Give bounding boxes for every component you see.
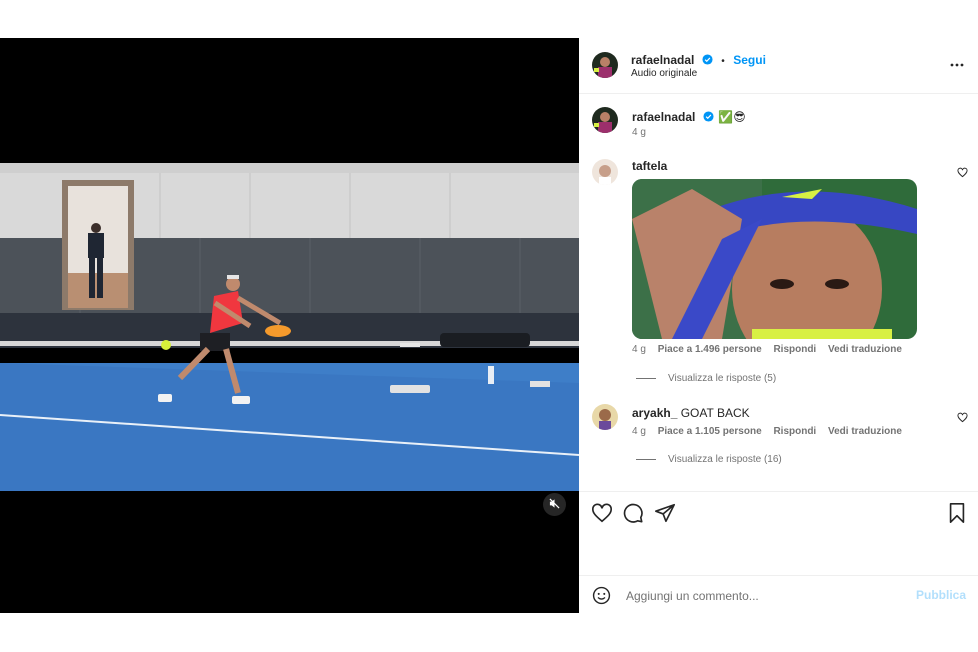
caption-author-name[interactable]: rafaelnadal [632, 110, 695, 124]
reply-button[interactable]: Rispondi [773, 344, 816, 355]
avatar[interactable] [592, 159, 618, 185]
post-actions [579, 491, 978, 576]
share-icon[interactable] [654, 502, 676, 524]
emoji-icon[interactable] [592, 586, 611, 610]
post-author-name[interactable]: rafaelnadal [631, 53, 694, 67]
comment-author-name[interactable]: aryakh_ [632, 406, 677, 420]
comments-list[interactable]: rafaelnadal ✅😎 4 g taftela 4 g Piace a 1… [579, 94, 978, 490]
comment-like-icon[interactable] [957, 165, 968, 178]
separator-dot: • [721, 56, 725, 67]
heart-icon[interactable] [591, 502, 613, 524]
reply-button[interactable]: Rispondi [773, 426, 816, 437]
muted-speaker-icon [549, 496, 560, 514]
comment-age: 4 g [632, 426, 646, 437]
comment-icon[interactable] [622, 502, 644, 524]
avatar[interactable] [592, 404, 618, 430]
follow-button[interactable]: Segui [733, 53, 766, 67]
post-side-panel: rafaelnadal • Segui Audio originale rafa… [579, 38, 978, 613]
post-header: rafaelnadal • Segui Audio originale [579, 38, 978, 94]
view-replies-button[interactable]: Visualizza le risposte (16) [636, 454, 782, 465]
replies-divider [636, 378, 656, 379]
more-icon[interactable] [950, 58, 964, 77]
comment-item: aryakh_ GOAT BACK 4 g Piace a 1.105 pers… [579, 404, 978, 484]
verified-badge-icon [703, 109, 714, 127]
avatar[interactable] [592, 52, 618, 78]
bookmark-icon[interactable] [946, 502, 968, 524]
caption-age: 4 g [632, 127, 646, 138]
view-replies-button[interactable]: Visualizza le risposte (5) [636, 373, 776, 384]
video-frame[interactable]: ​ [0, 163, 579, 491]
view-replies-label: Visualizza le risposte (16) [668, 454, 782, 465]
video-player[interactable]: ​ [0, 38, 579, 613]
add-comment-bar: Pubblica [579, 575, 978, 614]
comment-like-icon[interactable] [957, 410, 968, 423]
caption-text: ✅😎 [718, 110, 746, 124]
comment-likes[interactable]: Piace a 1.496 persone [658, 344, 762, 355]
verified-badge-icon [702, 52, 713, 70]
avatar[interactable] [592, 107, 618, 133]
comment-likes[interactable]: Piace a 1.105 persone [658, 426, 762, 437]
comment-age: 4 g [632, 344, 646, 355]
translate-button[interactable]: Vedi traduzione [828, 426, 902, 437]
comment-input[interactable] [624, 586, 908, 606]
view-replies-label: Visualizza le risposte (5) [668, 373, 777, 384]
tennis-court-video: ​ [0, 163, 579, 491]
translate-button[interactable]: Vedi traduzione [828, 344, 902, 355]
replies-divider [636, 459, 656, 460]
comment-author-name[interactable]: taftela [632, 159, 667, 173]
comment-item: taftela 4 g Piace a 1.496 persone Rispon… [579, 157, 978, 397]
audio-label[interactable]: Audio originale [631, 68, 697, 79]
mute-toggle-button[interactable] [543, 493, 566, 516]
comment-text: GOAT BACK [680, 406, 750, 420]
comment-gif[interactable] [632, 179, 917, 339]
publish-button[interactable]: Pubblica [916, 588, 966, 602]
caption: rafaelnadal ✅😎 4 g [579, 107, 978, 147]
